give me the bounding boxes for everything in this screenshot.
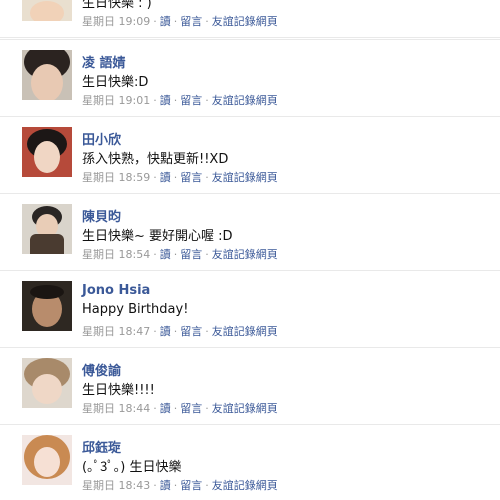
wall-post: 陳貝昀 生日快樂~ 要好開心喔 :D 星期日 18:54 · 讀 · 留言 · 友誼記錄網頁	[0, 193, 500, 270]
avatar[interactable]	[22, 127, 72, 177]
avatar[interactable]	[22, 435, 72, 485]
wall-feed: 生日快樂 : ) 星期日 19:09 · 讀 · 留言 · 友誼記錄網頁 凌 語婧 生日快樂…	[0, 0, 500, 500]
wall-post: Jono Hsia Happy Birthday! 星期日 18:47 · 讀 · 留言…	[0, 270, 500, 347]
read-link[interactable]: 讀	[160, 94, 171, 107]
comment-link[interactable]: 留言	[180, 479, 202, 492]
post-meta: 星期日 19:01 · 讀 · 留言 · 友誼記錄網頁	[82, 94, 278, 107]
post-message: 生日快樂!!!!	[82, 383, 155, 398]
post-time: 星期日 18:44	[82, 402, 151, 415]
post-meta: 星期日 18:43 · 讀 · 留言 · 友誼記錄網頁	[82, 479, 278, 492]
wall-to-wall-link[interactable]: 友誼記錄網頁	[212, 402, 278, 415]
poster-name[interactable]: 邱鈺琁	[82, 437, 121, 456]
comment-link[interactable]: 留言	[180, 171, 202, 184]
avatar[interactable]	[22, 0, 72, 21]
post-message: 生日快樂:D	[82, 75, 149, 90]
poster-name[interactable]: 傅俊諭	[82, 360, 121, 379]
avatar[interactable]	[22, 50, 72, 100]
wall-to-wall-link[interactable]: 友誼記錄網頁	[212, 325, 278, 338]
post-message: Happy Birthday!	[82, 302, 189, 317]
post-message: 生日快樂 : )	[82, 0, 152, 11]
comment-link[interactable]: 留言	[180, 402, 202, 415]
read-link[interactable]: 讀	[160, 479, 171, 492]
post-time: 星期日 18:43	[82, 479, 151, 492]
wall-to-wall-link[interactable]: 友誼記錄網頁	[212, 248, 278, 261]
post-meta: 星期日 18:54 · 讀 · 留言 · 友誼記錄網頁	[82, 248, 278, 261]
wall-to-wall-link[interactable]: 友誼記錄網頁	[212, 15, 278, 28]
comment-link[interactable]: 留言	[180, 15, 202, 28]
avatar[interactable]	[22, 204, 72, 254]
post-meta: 星期日 18:59 · 讀 · 留言 · 友誼記錄網頁	[82, 171, 278, 184]
avatar[interactable]	[22, 358, 72, 408]
wall-post: 田小欣 孫入快熟，快點更新!!XD 星期日 18:59 · 讀 · 留言 · 友誼記錄網頁	[0, 116, 500, 193]
post-meta: 星期日 18:44 · 讀 · 留言 · 友誼記錄網頁	[82, 402, 278, 415]
read-link[interactable]: 讀	[160, 325, 171, 338]
comment-link[interactable]: 留言	[180, 248, 202, 261]
post-time: 星期日 19:09	[82, 15, 151, 28]
read-link[interactable]: 讀	[160, 171, 171, 184]
poster-name[interactable]: 凌 語婧	[82, 52, 126, 71]
poster-name[interactable]: Jono Hsia	[82, 283, 150, 298]
comment-link[interactable]: 留言	[180, 325, 202, 338]
avatar[interactable]	[22, 281, 72, 331]
post-meta: 星期日 18:47 · 讀 · 留言 · 友誼記錄網頁	[82, 325, 278, 338]
post-time: 星期日 18:47	[82, 325, 151, 338]
comment-link[interactable]: 留言	[180, 94, 202, 107]
post-time: 星期日 18:54	[82, 248, 151, 261]
read-link[interactable]: 讀	[160, 402, 171, 415]
wall-to-wall-link[interactable]: 友誼記錄網頁	[212, 94, 278, 107]
wall-post: 邱鈺琁 (｡ﾟ3ﾟ｡) 生日快樂 星期日 18:43 · 讀 · 留言 · 友誼記錄網頁	[0, 424, 500, 500]
post-time: 星期日 19:01	[82, 94, 151, 107]
wall-post: 生日快樂 : ) 星期日 19:09 · 讀 · 留言 · 友誼記錄網頁	[0, 0, 500, 38]
post-message: 孫入快熟，快點更新!!XD	[82, 152, 229, 167]
wall-post: 傅俊諭 生日快樂!!!! 星期日 18:44 · 讀 · 留言 · 友誼記錄網頁	[0, 347, 500, 424]
wall-post: 凌 語婧 生日快樂:D 星期日 19:01 · 讀 · 留言 · 友誼記錄網頁	[0, 39, 500, 116]
poster-name[interactable]: 陳貝昀	[82, 206, 121, 225]
post-message: 生日快樂~ 要好開心喔 :D	[82, 229, 233, 244]
read-link[interactable]: 讀	[160, 248, 171, 261]
poster-name[interactable]: 田小欣	[82, 129, 121, 148]
wall-to-wall-link[interactable]: 友誼記錄網頁	[212, 171, 278, 184]
wall-to-wall-link[interactable]: 友誼記錄網頁	[212, 479, 278, 492]
read-link[interactable]: 讀	[160, 15, 171, 28]
post-meta: 星期日 19:09 · 讀 · 留言 · 友誼記錄網頁	[82, 15, 278, 28]
post-time: 星期日 18:59	[82, 171, 151, 184]
post-message: (｡ﾟ3ﾟ｡) 生日快樂	[82, 460, 182, 475]
